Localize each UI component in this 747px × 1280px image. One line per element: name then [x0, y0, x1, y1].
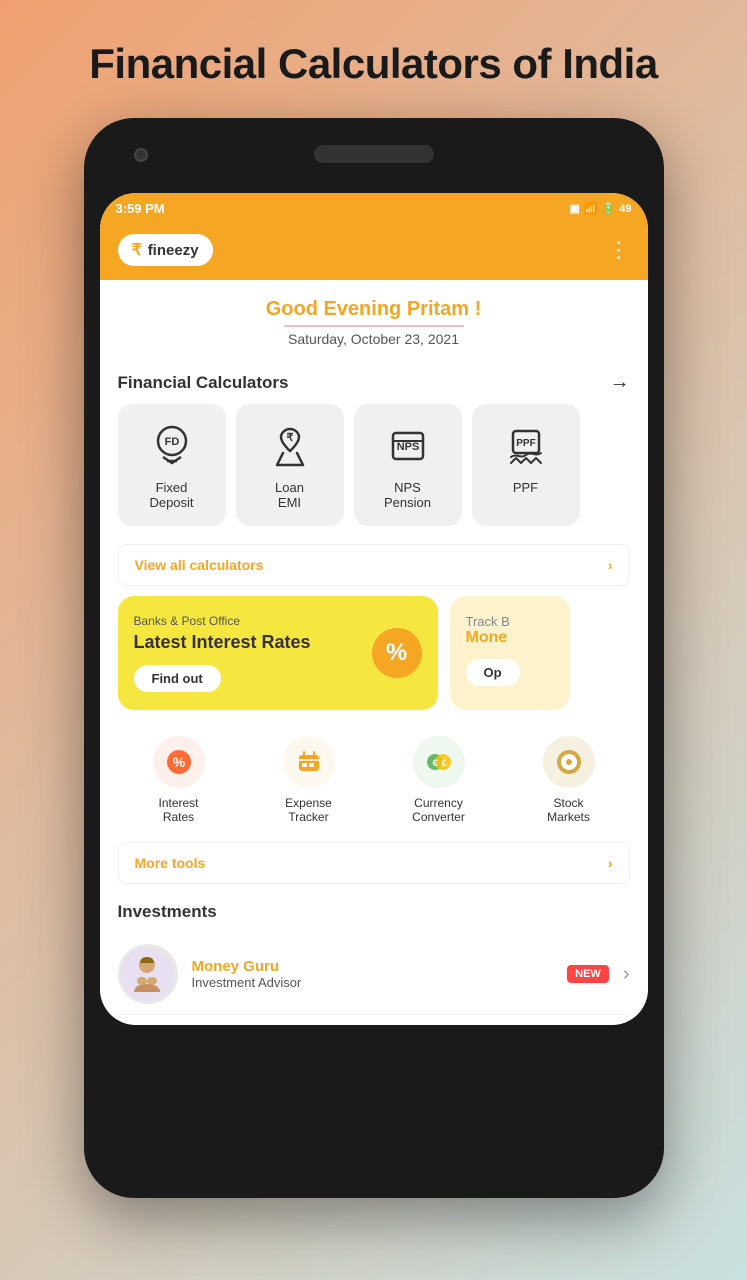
- calc-grid: FD FixedDeposit ₹: [118, 404, 630, 534]
- battery-icon: 🔋: [602, 202, 616, 215]
- banner-card-2-title: Mone: [466, 629, 554, 647]
- calculators-title: Financial Calculators: [118, 373, 289, 393]
- logo-text: fineezy: [148, 242, 199, 259]
- banner-subtitle: Banks & Post Office: [134, 614, 422, 628]
- calculators-section-header: Financial Calculators →: [118, 357, 630, 404]
- svg-text:PPF: PPF: [516, 438, 535, 449]
- banner-card-interest[interactable]: Banks & Post Office Latest Interest Rate…: [118, 596, 438, 710]
- greeting-section: Good Evening Pritam ! Saturday, October …: [118, 280, 630, 357]
- signal-icon: 📶: [584, 202, 598, 215]
- more-tools-button[interactable]: More tools ›: [118, 842, 630, 884]
- view-all-chevron-icon: ›: [608, 557, 613, 573]
- investment-card-money-guru[interactable]: Money Guru Investment Advisor NEW ›: [118, 934, 630, 1015]
- stock-markets-label: StockMarkets: [547, 796, 590, 824]
- investment-info: Money Guru Investment Advisor: [192, 958, 554, 990]
- content-area: Good Evening Pritam ! Saturday, October …: [100, 280, 648, 1025]
- tools-grid: % InterestRates: [118, 726, 630, 834]
- calculators-arrow-icon[interactable]: →: [610, 371, 630, 394]
- phone-shell: 3:59 PM ▣ 📶 🔋 49 ₹ fineezy ⋮ Good Evenin…: [84, 118, 664, 1198]
- calc-card-ppf[interactable]: PPF PPF: [472, 404, 580, 526]
- calc-card-nps[interactable]: NPS NPSPension: [354, 404, 462, 526]
- svg-text:₹: ₹: [286, 432, 293, 444]
- status-time: 3:59 PM: [116, 201, 165, 216]
- nps-label: NPSPension: [384, 480, 431, 510]
- expense-tracker-icon: [283, 736, 335, 788]
- loan-icon: ₹: [264, 420, 316, 472]
- banner-2-btn[interactable]: Op: [466, 659, 520, 686]
- investment-chevron-icon[interactable]: ›: [623, 963, 630, 986]
- status-icons: ▣ 📶 🔋 49: [569, 202, 631, 215]
- phone-camera: [134, 148, 148, 162]
- page-title: Financial Calculators of India: [59, 0, 687, 118]
- investments-title: Investments: [118, 902, 630, 922]
- banner-findout-button[interactable]: Find out: [134, 665, 221, 692]
- more-tools-chevron-icon: ›: [608, 855, 613, 871]
- calc-card-fd[interactable]: FD FixedDeposit: [118, 404, 226, 526]
- app-header: ₹ fineezy ⋮: [100, 224, 648, 280]
- interest-rates-icon: %: [153, 736, 205, 788]
- investment-desc: Investment Advisor: [192, 975, 554, 990]
- money-guru-avatar: [118, 944, 178, 1004]
- svg-text:£: £: [441, 758, 446, 768]
- interest-rates-label: InterestRates: [158, 796, 198, 824]
- view-all-calculators-button[interactable]: View all calculators ›: [118, 544, 630, 586]
- investment-name: Money Guru: [192, 958, 554, 975]
- ppf-label: PPF: [513, 480, 538, 495]
- view-all-label: View all calculators: [135, 557, 264, 573]
- banner-row: Banks & Post Office Latest Interest Rate…: [118, 596, 630, 710]
- greeting-underline: [284, 325, 464, 327]
- svg-text:%: %: [172, 754, 185, 770]
- date-text: Saturday, October 23, 2021: [118, 331, 630, 347]
- svg-text:FD: FD: [164, 436, 179, 448]
- currency-converter-label: CurrencyConverter: [412, 796, 465, 824]
- fd-icon: FD: [146, 420, 198, 472]
- phone-screen: 3:59 PM ▣ 📶 🔋 49 ₹ fineezy ⋮ Good Evenin…: [100, 193, 648, 1025]
- banner-card-track[interactable]: Track B Mone Op: [450, 596, 570, 710]
- calc-card-loan[interactable]: ₹ LoanEMI: [236, 404, 344, 526]
- svg-text:€: €: [432, 758, 437, 768]
- battery-level: 49: [619, 203, 631, 215]
- tool-stock-markets[interactable]: StockMarkets: [508, 736, 630, 824]
- greeting-text: Good Evening Pritam !: [118, 298, 630, 321]
- nps-icon: NPS: [382, 420, 434, 472]
- banner-percent-icon: %: [372, 628, 422, 678]
- menu-button[interactable]: ⋮: [608, 237, 630, 263]
- more-tools-label: More tools: [135, 855, 206, 871]
- investments-section: Investments: [118, 892, 630, 1025]
- tool-interest-rates[interactable]: % InterestRates: [118, 736, 240, 824]
- wifi-icon: ▣: [569, 202, 579, 215]
- tool-currency-converter[interactable]: € £ CurrencyConverter: [378, 736, 500, 824]
- stock-markets-icon: [543, 736, 595, 788]
- fd-label: FixedDeposit: [149, 480, 193, 510]
- phone-speaker: [314, 145, 434, 163]
- tool-expense-tracker[interactable]: ExpenseTracker: [248, 736, 370, 824]
- status-bar: 3:59 PM ▣ 📶 🔋 49: [100, 193, 648, 224]
- logo-badge: ₹ fineezy: [118, 234, 213, 266]
- expense-tracker-label: ExpenseTracker: [285, 796, 332, 824]
- currency-converter-icon: € £: [413, 736, 465, 788]
- ppf-icon: PPF: [500, 420, 552, 472]
- new-badge: NEW: [567, 965, 609, 983]
- svg-text:NPS: NPS: [396, 441, 419, 453]
- logo-rupee-icon: ₹: [132, 240, 142, 260]
- banner-card-2-subtitle: Track B: [466, 614, 554, 629]
- loan-label: LoanEMI: [275, 480, 304, 510]
